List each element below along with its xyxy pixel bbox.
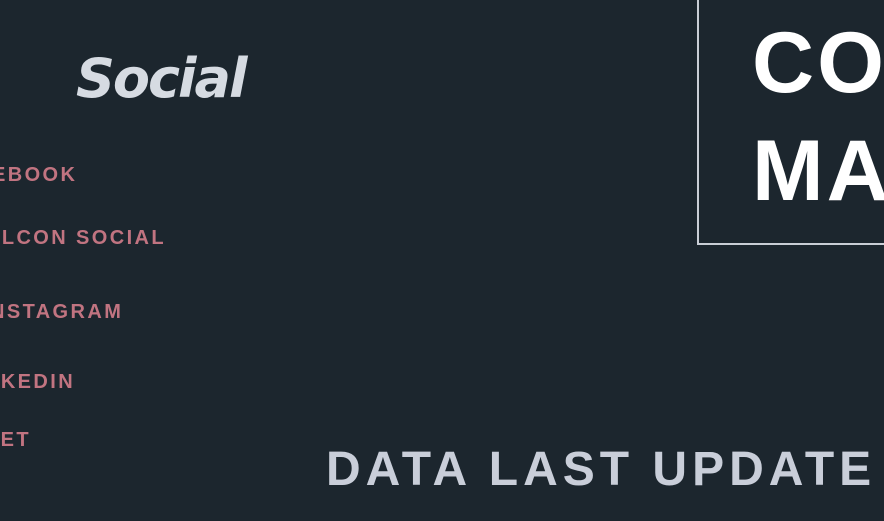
nav-item-facebook[interactable]: EBOOK <box>0 165 77 185</box>
nav-item-instagram[interactable]: NSTAGRAM <box>0 302 123 322</box>
nav-item-falcon-social[interactable]: ALCON SOCIAL <box>0 228 166 248</box>
page-title-line-2: MA <box>752 123 884 219</box>
nav-item-linkedin[interactable]: NKEDIN <box>0 372 75 392</box>
nav-item-6[interactable]: LET <box>0 430 31 450</box>
social-heading: Social <box>76 47 247 110</box>
page: Social E EBOOK ALCON SOCIAL NSTAGRAM NKE… <box>0 0 884 521</box>
data-last-updated-label: DATA LAST UPDATE <box>326 443 877 496</box>
page-title-line-1: CO <box>752 15 884 111</box>
